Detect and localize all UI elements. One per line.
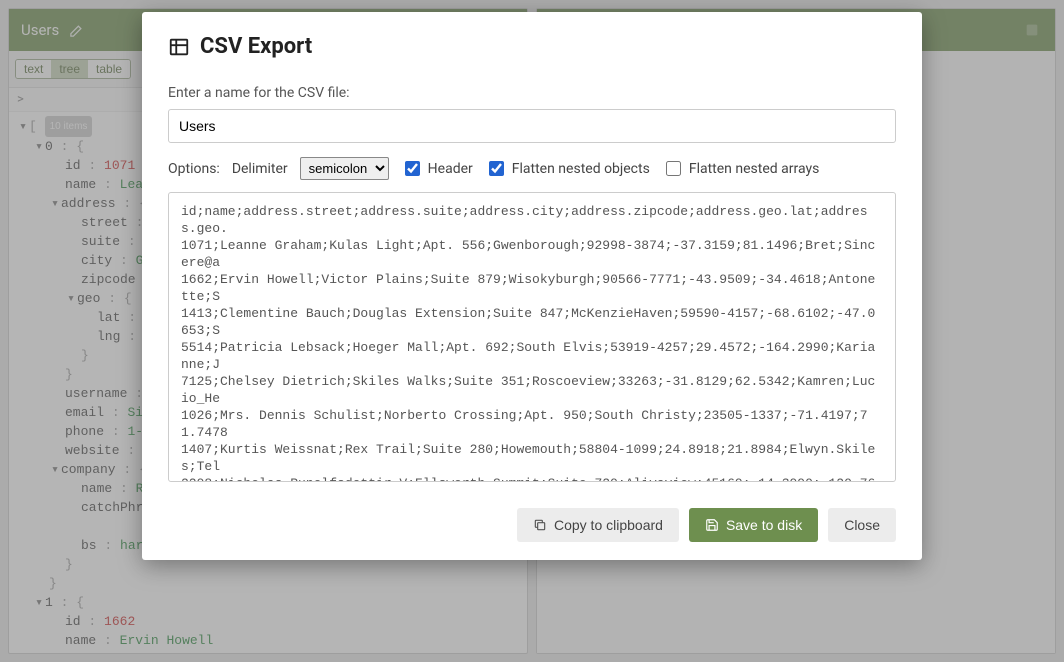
flatten-arrays-checkbox[interactable]: Flatten nested arrays <box>662 158 820 179</box>
header-checkbox[interactable]: Header <box>401 158 473 179</box>
csv-export-dialog: CSV Export Enter a name for the CSV file… <box>142 12 922 560</box>
delimiter-select[interactable]: commasemicolontabpipe <box>300 157 389 180</box>
copy-button[interactable]: Copy to clipboard <box>517 508 679 542</box>
copy-icon <box>533 518 547 532</box>
delimiter-label: Delimiter <box>232 161 288 177</box>
name-label: Enter a name for the CSV file: <box>168 85 896 101</box>
close-button[interactable]: Close <box>828 508 896 542</box>
dialog-actions: Copy to clipboard Save to disk Close <box>168 508 896 542</box>
options-row: Options: Delimiter commasemicolontabpipe… <box>168 157 896 180</box>
save-button[interactable]: Save to disk <box>689 508 818 542</box>
table-icon <box>168 36 190 58</box>
save-icon <box>705 518 719 532</box>
modal-overlay[interactable]: CSV Export Enter a name for the CSV file… <box>0 0 1064 662</box>
options-label: Options: <box>168 161 220 177</box>
dialog-title: CSV Export <box>168 34 896 59</box>
csv-preview[interactable]: id;name;address.street;address.suite;add… <box>168 192 896 482</box>
csv-name-input[interactable] <box>168 109 896 143</box>
flatten-objects-checkbox[interactable]: Flatten nested objects <box>485 158 650 179</box>
